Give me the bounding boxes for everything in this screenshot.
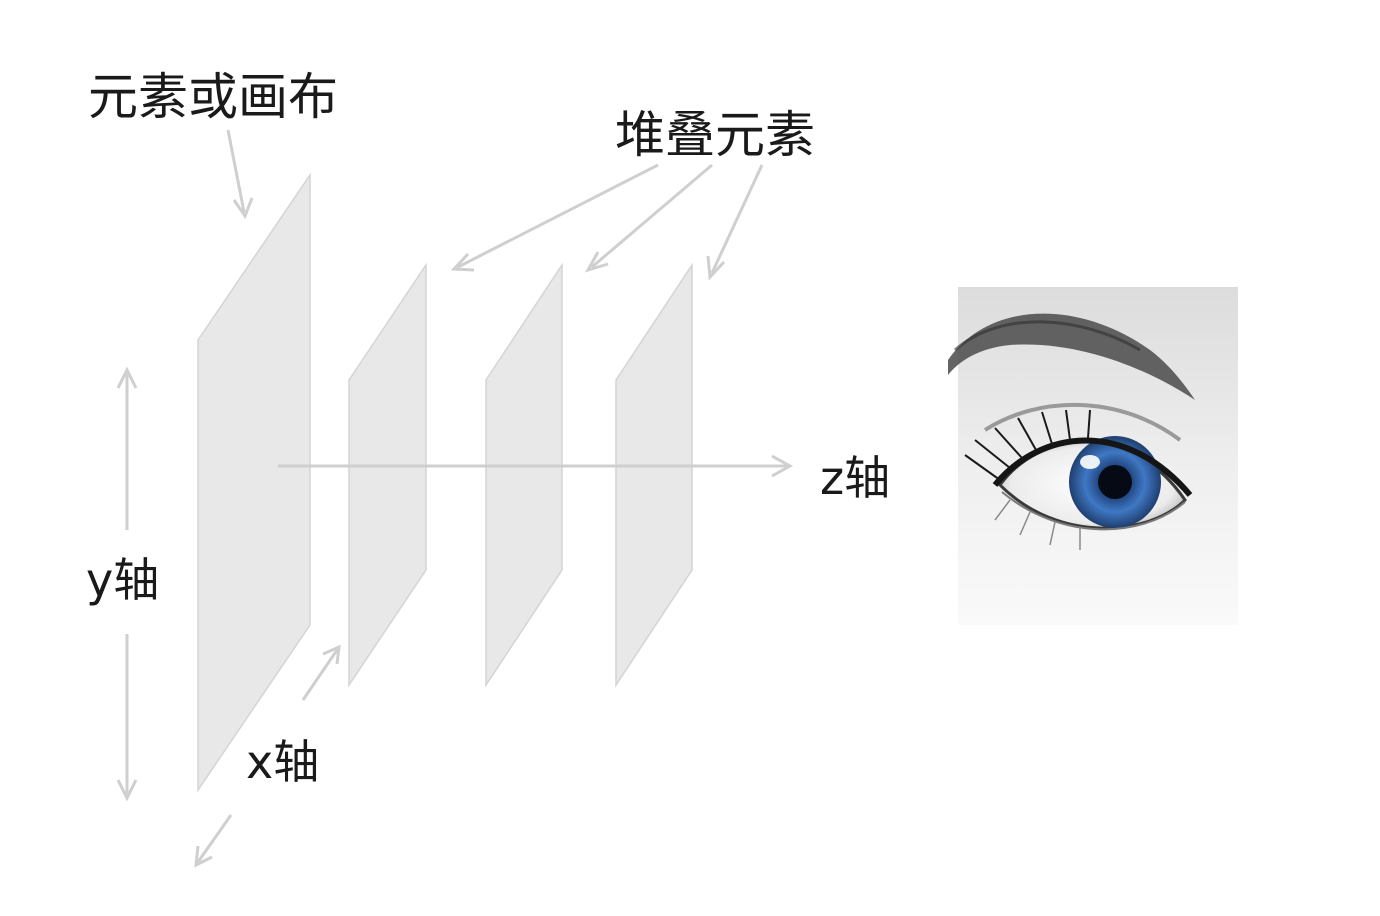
stacked-label: 堆叠元素 [615, 106, 815, 164]
stacked-plane-2 [485, 262, 563, 688]
canvas-pointer-arrow [226, 129, 254, 220]
stacked-pointer-arrows [450, 163, 764, 281]
eye-photo-icon [948, 287, 1238, 625]
canvas-plane [197, 172, 311, 793]
x-axis-label: x轴 [246, 735, 319, 789]
canvas-label: 元素或画布 [88, 68, 338, 126]
stacked-plane-1 [348, 262, 427, 688]
stacked-plane-3 [615, 262, 693, 688]
z-axis-label: z轴 [820, 451, 890, 505]
y-axis-label: y轴 [86, 553, 159, 607]
z-axis-stacking-diagram: 元素或画布 堆叠元素 z轴 y轴 x轴 [86, 68, 1238, 868]
